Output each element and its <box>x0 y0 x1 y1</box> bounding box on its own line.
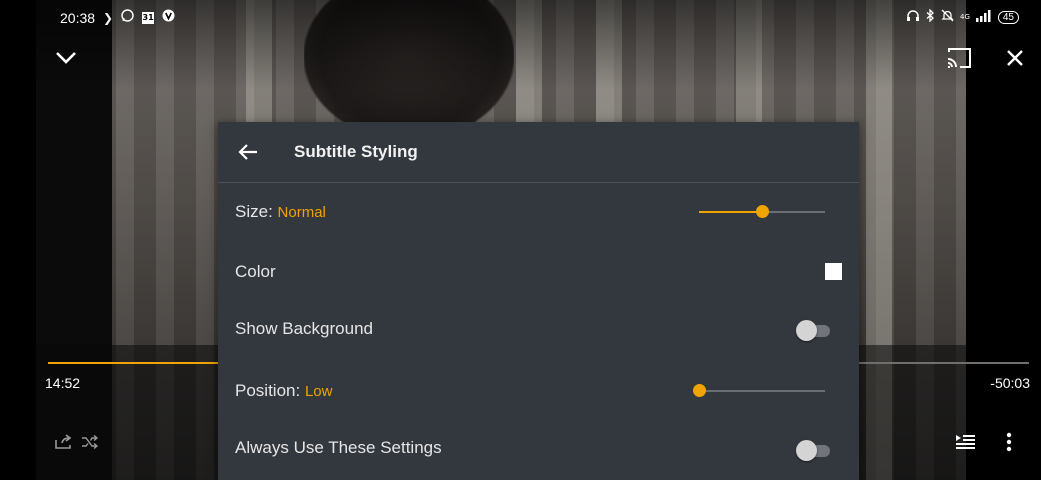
position-label: Position: Low <box>235 381 333 400</box>
color-label: Color <box>235 262 276 281</box>
close-player-button[interactable] <box>1001 44 1029 72</box>
status-bar: 20:38 ❯ 31 <box>60 9 175 26</box>
color-swatch[interactable] <box>825 263 842 280</box>
whatsapp-icon <box>121 9 134 26</box>
bluetooth-icon <box>926 8 935 25</box>
mute-icon <box>941 9 954 25</box>
shuffle-icon <box>82 435 99 449</box>
more-vertical-icon <box>1006 432 1012 452</box>
status-time: 20:38 <box>60 9 96 26</box>
arrow-left-icon <box>238 144 257 160</box>
remaining-time: -50:03 <box>990 375 1030 391</box>
chapters-button[interactable] <box>953 430 977 454</box>
elapsed-time: 14:52 <box>45 375 81 391</box>
size-setting-row: Size: Normal <box>218 192 859 232</box>
battery-indicator: 45 <box>997 10 1019 24</box>
queue-list-icon <box>956 435 975 449</box>
position-slider[interactable] <box>693 384 825 397</box>
show-background-label: Show Background <box>235 319 373 338</box>
status-bar-right: 4G 45 <box>906 8 1019 25</box>
subtitle-styling-dialog: Subtitle Styling Size: Normal Color Show… <box>218 122 859 480</box>
network-type: 4G <box>959 12 970 21</box>
chevron-down-icon <box>56 52 76 64</box>
share-icon <box>55 434 72 449</box>
show-background-row[interactable]: Show Background <box>218 309 859 349</box>
color-setting-row[interactable]: Color <box>218 252 859 292</box>
headphones-icon <box>906 9 920 25</box>
more-options-button[interactable] <box>997 430 1021 454</box>
cast-button[interactable] <box>945 44 973 72</box>
vpn-icon <box>162 9 175 26</box>
size-slider-fill <box>699 211 762 213</box>
position-value: Low <box>304 383 333 400</box>
size-slider-thumb[interactable] <box>756 205 769 218</box>
position-setting-row: Position: Low <box>218 371 859 411</box>
signal-icon <box>975 9 992 25</box>
dialog-title: Subtitle Styling <box>294 142 418 161</box>
cast-icon <box>947 48 971 68</box>
close-icon <box>1007 50 1023 66</box>
position-slider-thumb[interactable] <box>693 384 706 397</box>
share-button[interactable] <box>52 430 76 454</box>
size-slider[interactable] <box>699 205 825 218</box>
shuffle-button[interactable] <box>78 430 102 454</box>
dialog-header: Subtitle Styling <box>218 122 859 183</box>
size-label: Size: Normal <box>235 202 326 221</box>
always-use-settings-label: Always Use These Settings <box>235 438 442 457</box>
size-value: Normal <box>277 204 326 221</box>
chevron-right-icon: ❯ <box>103 10 114 25</box>
back-button[interactable] <box>228 132 268 172</box>
show-background-toggle[interactable] <box>796 319 830 341</box>
always-use-settings-toggle[interactable] <box>796 439 830 461</box>
collapse-button[interactable] <box>52 44 80 72</box>
calendar-icon: 31 <box>142 11 155 24</box>
always-use-settings-row[interactable]: Always Use These Settings <box>218 428 859 468</box>
